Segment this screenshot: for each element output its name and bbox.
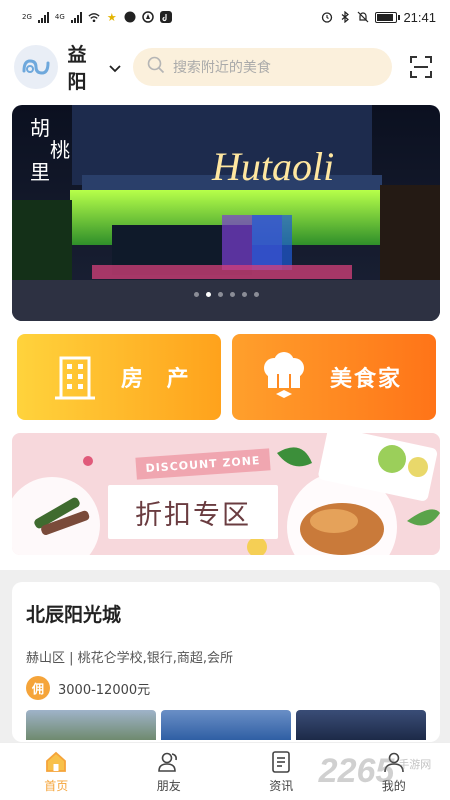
alarm-icon [321, 11, 333, 23]
carousel-dot[interactable] [241, 292, 247, 297]
tab-home[interactable]: 首页 [0, 743, 113, 800]
carousel-dot[interactable] [253, 292, 259, 297]
home-content: 胡 桃 里 Hutaoli 房 产 美食家 DISCOUNT ZONE 折扣专区 [0, 100, 450, 570]
tab-label: 我的 [381, 778, 406, 793]
signal-icon-2 [70, 11, 82, 23]
city-selector[interactable]: 益阳 [68, 40, 121, 94]
carousel-dot[interactable] [229, 292, 235, 297]
sim1-label: 2G [22, 13, 32, 21]
listing-thumbnail[interactable] [26, 710, 156, 740]
svg-text:桃: 桃 [50, 138, 70, 162]
news-icon [272, 750, 291, 773]
tab-news[interactable]: 资讯 [225, 743, 338, 800]
sim2-label: 4G [54, 13, 65, 21]
status-bar: 2G 4G ★ 21:41 [0, 0, 450, 34]
listing-title: 北辰阳光城 [26, 604, 122, 626]
compass-icon [142, 11, 154, 23]
friends-icon [157, 752, 177, 772]
logo-icon [22, 59, 50, 75]
carousel-dot[interactable] [205, 292, 211, 297]
price-row: 佣 3000-12000元 [26, 676, 426, 700]
listing-meta: 赫山区 | 桃花仑学校,银行,商超,会所 [26, 651, 234, 666]
star-icon: ★ [106, 10, 117, 24]
chevron-down-icon [109, 58, 121, 77]
battery-icon [375, 11, 401, 23]
discount-title: 折扣专区 [108, 485, 278, 539]
listing-thumbnail[interactable] [296, 710, 426, 740]
status-right: 21:41 [321, 10, 436, 25]
app-icon [124, 11, 136, 23]
signal-icon [37, 11, 49, 23]
app-logo[interactable] [14, 45, 58, 89]
city-name: 益阳 [67, 44, 87, 93]
bluetooth-icon [339, 11, 351, 23]
category-label: 房 产 [121, 367, 197, 392]
property-listing-card[interactable]: 北辰阳光城 赫山区 | 桃花仑学校,银行,商超,会所 佣 3000-12000元 [12, 582, 440, 742]
tab-label: 首页 [44, 778, 69, 793]
category-label: 美食家 [330, 367, 403, 392]
listing-price: 3000-12000元 [58, 682, 151, 698]
carousel-dots [12, 292, 440, 297]
home-icon [46, 751, 67, 772]
tab-label: 资讯 [269, 778, 294, 793]
tab-friends[interactable]: 朋友 [113, 743, 226, 800]
banner-image: 胡 桃 里 Hutaoli [12, 105, 440, 321]
promo-banner[interactable]: 胡 桃 里 Hutaoli [12, 105, 440, 321]
bottom-tab-bar: 首页 朋友 资讯 我的 [0, 742, 450, 800]
carousel-dot[interactable] [217, 292, 223, 297]
search-icon [147, 56, 165, 78]
search-input[interactable]: 搜索附近的美食 [132, 48, 393, 86]
carousel-dot[interactable] [193, 292, 199, 297]
tiktok-icon [159, 11, 172, 23]
status-left: 2G 4G ★ [22, 10, 172, 24]
profile-icon [383, 752, 404, 772]
svg-text:里: 里 [30, 160, 50, 184]
discount-zone-banner[interactable]: DISCOUNT ZONE 折扣专区 [12, 433, 440, 555]
tab-label: 朋友 [156, 778, 181, 793]
svg-text:胡: 胡 [30, 116, 50, 140]
category-food[interactable]: 美食家 [232, 334, 436, 420]
clock: 21:41 [403, 9, 436, 25]
listing-thumbnails [26, 710, 426, 740]
header: 益阳 搜索附近的美食 [0, 34, 450, 100]
listing-thumbnail[interactable] [161, 710, 291, 740]
mute-icon [357, 11, 369, 23]
building-icon [47, 349, 103, 405]
scan-button[interactable] [406, 52, 436, 82]
search-placeholder: 搜索附近的美食 [172, 60, 271, 76]
scan-icon [410, 56, 433, 78]
category-real-estate[interactable]: 房 产 [17, 334, 221, 420]
tab-profile[interactable]: 我的 [338, 743, 450, 800]
svg-text:Hutaoli: Hutaoli [211, 144, 334, 189]
commission-badge: 佣 [26, 676, 50, 700]
chef-hat-icon [256, 349, 312, 405]
wifi-icon [88, 11, 100, 23]
